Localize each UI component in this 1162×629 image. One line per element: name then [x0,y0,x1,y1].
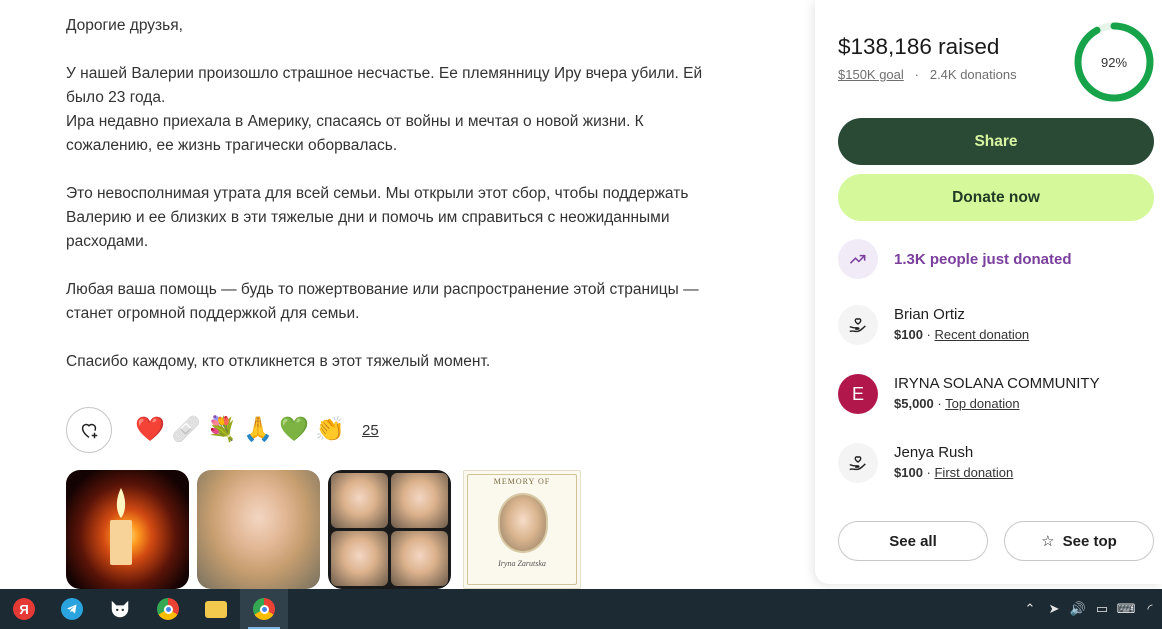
collage-photo-1 [331,473,388,528]
donor-name: IRYNA SOLANA COMMUNITY [894,375,1100,392]
donor-meta: $100 · First donation [894,465,1014,480]
donor-name: Brian Ortiz [894,306,965,323]
donor-type-link[interactable]: Recent donation [934,327,1029,342]
wifi-icon[interactable]: ◜ [1138,601,1162,617]
memorial-name: Iryna Zarutska [498,559,546,568]
reactions-bar: ❤️ 🩹 💐 🙏 💚 👏 25 [66,407,379,453]
story-paragraph-3: Это невосполнимая утрата для всей семьи.… [66,185,689,250]
taskbar-file-explorer[interactable] [192,589,240,629]
bouquet-emoji: 💐 [207,416,237,443]
story-paragraph-1: Дорогие друзья, [66,17,183,34]
goal-summary: $150K goal · 2.4K donations [838,67,1017,82]
clapping-hands-emoji: 👏 [315,416,345,443]
see-all-button[interactable]: See all [838,521,988,561]
add-reaction-button[interactable] [66,407,112,453]
goal-link[interactable]: $150K goal [838,67,904,82]
donate-now-button[interactable]: Donate now [838,174,1154,221]
goal-separator: · [914,67,919,82]
collage-photo-2 [391,473,448,528]
collage-photo-4 [391,531,448,586]
memorial-card-photo[interactable]: MEMORY OF Iryna Zarutska [463,470,581,589]
chrome-icon [157,598,179,620]
donor-amount: $5,000 [894,396,934,411]
story-paragraph-2: У нашей Валерии произошло страшное несча… [66,65,703,154]
taskbar-fox-app[interactable] [96,589,144,629]
avatar: E [838,374,878,414]
fundraiser-page: Дорогие друзья, У нашей Валерии произошл… [0,0,1162,589]
story-paragraph-5: Спасибо каждому, кто откликнется в этот … [66,353,491,370]
taskbar-chrome-profile[interactable] [240,589,288,629]
donor-row: Brian Ortiz $100 · Recent donation [838,303,1154,347]
share-button[interactable]: Share [838,118,1154,165]
volume-icon[interactable]: 🔊 [1066,601,1090,617]
folded-hands-emoji: 🙏 [243,416,273,443]
file-explorer-icon [205,600,227,618]
bandage-emoji: 🩹 [171,416,201,443]
heart-plus-icon [81,423,98,439]
green-heart-emoji: 💚 [279,416,309,443]
see-top-button[interactable]: ☆ See top [1004,521,1154,561]
progress-ring: 92% [1073,21,1155,103]
recent-activity-trend: 1.3K people just donated [838,237,1154,281]
taskbar: Я ⌃ ➤ 🔊 ▭ ⌨ ◜ [0,589,1162,629]
collage-photo-3 [331,531,388,586]
donor-type-link[interactable]: First donation [934,465,1013,480]
chevron-up-icon[interactable]: ⌃ [1018,601,1042,617]
chrome-profile-icon [253,598,275,620]
red-heart-emoji: ❤️ [135,416,165,443]
taskbar-chrome[interactable] [144,589,192,629]
people-donated-label: 1.3K people just donated [894,250,1072,268]
amount-raised: $138,186 raised [838,34,1000,59]
trending-up-icon [838,239,878,279]
candle-icon [110,488,132,565]
telegram-tray-icon[interactable]: ➤ [1042,601,1066,617]
photo-collage[interactable] [328,470,451,589]
donor-meta: $100 · Recent donation [894,327,1030,342]
donations-count: 2.4K donations [929,67,1017,82]
battery-icon[interactable]: ▭ [1090,601,1114,617]
progress-percent: 92% [1100,54,1128,70]
see-top-label: See top [1062,532,1117,550]
telegram-icon [61,598,83,620]
fox-app-icon [109,598,131,620]
taskbar-telegram[interactable] [48,589,96,629]
donation-card: $138,186 raised $150K goal · 2.4K donati… [815,0,1162,584]
donor-name: Jenya Rush [894,444,974,461]
hand-heart-icon [838,305,878,345]
language-icon[interactable]: ⌨ [1114,601,1138,617]
donor-row: Jenya Rush $100 · First donation [838,441,1154,485]
donor-row: E IRYNA SOLANA COMMUNITY $5,000 · Top do… [838,372,1154,416]
donor-amount: $100 [894,465,923,480]
candle-photo[interactable] [66,470,189,589]
system-tray: ⌃ ➤ 🔊 ▭ ⌨ ◜ [1018,589,1162,629]
star-icon: ☆ [1041,533,1055,550]
donor-amount: $100 [894,327,923,342]
portrait-photo[interactable] [197,470,320,589]
donor-meta: $5,000 · Top donation [894,396,1020,411]
story-text: Дорогие друзья, У нашей Валерии произошл… [66,14,746,398]
memorial-portrait [498,493,548,553]
taskbar-yandex-browser[interactable]: Я [0,589,48,629]
memorial-title: MEMORY OF [493,477,551,486]
story-paragraph-4: Любая ваша помощь — будь то пожертвовани… [66,281,699,322]
donor-type-link[interactable]: Top donation [945,396,1019,411]
reactions-count-link[interactable]: 25 [362,422,379,439]
yandex-browser-icon: Я [13,598,35,620]
hand-heart-icon [838,443,878,483]
photo-gallery: MEMORY OF Iryna Zarutska [66,470,589,589]
